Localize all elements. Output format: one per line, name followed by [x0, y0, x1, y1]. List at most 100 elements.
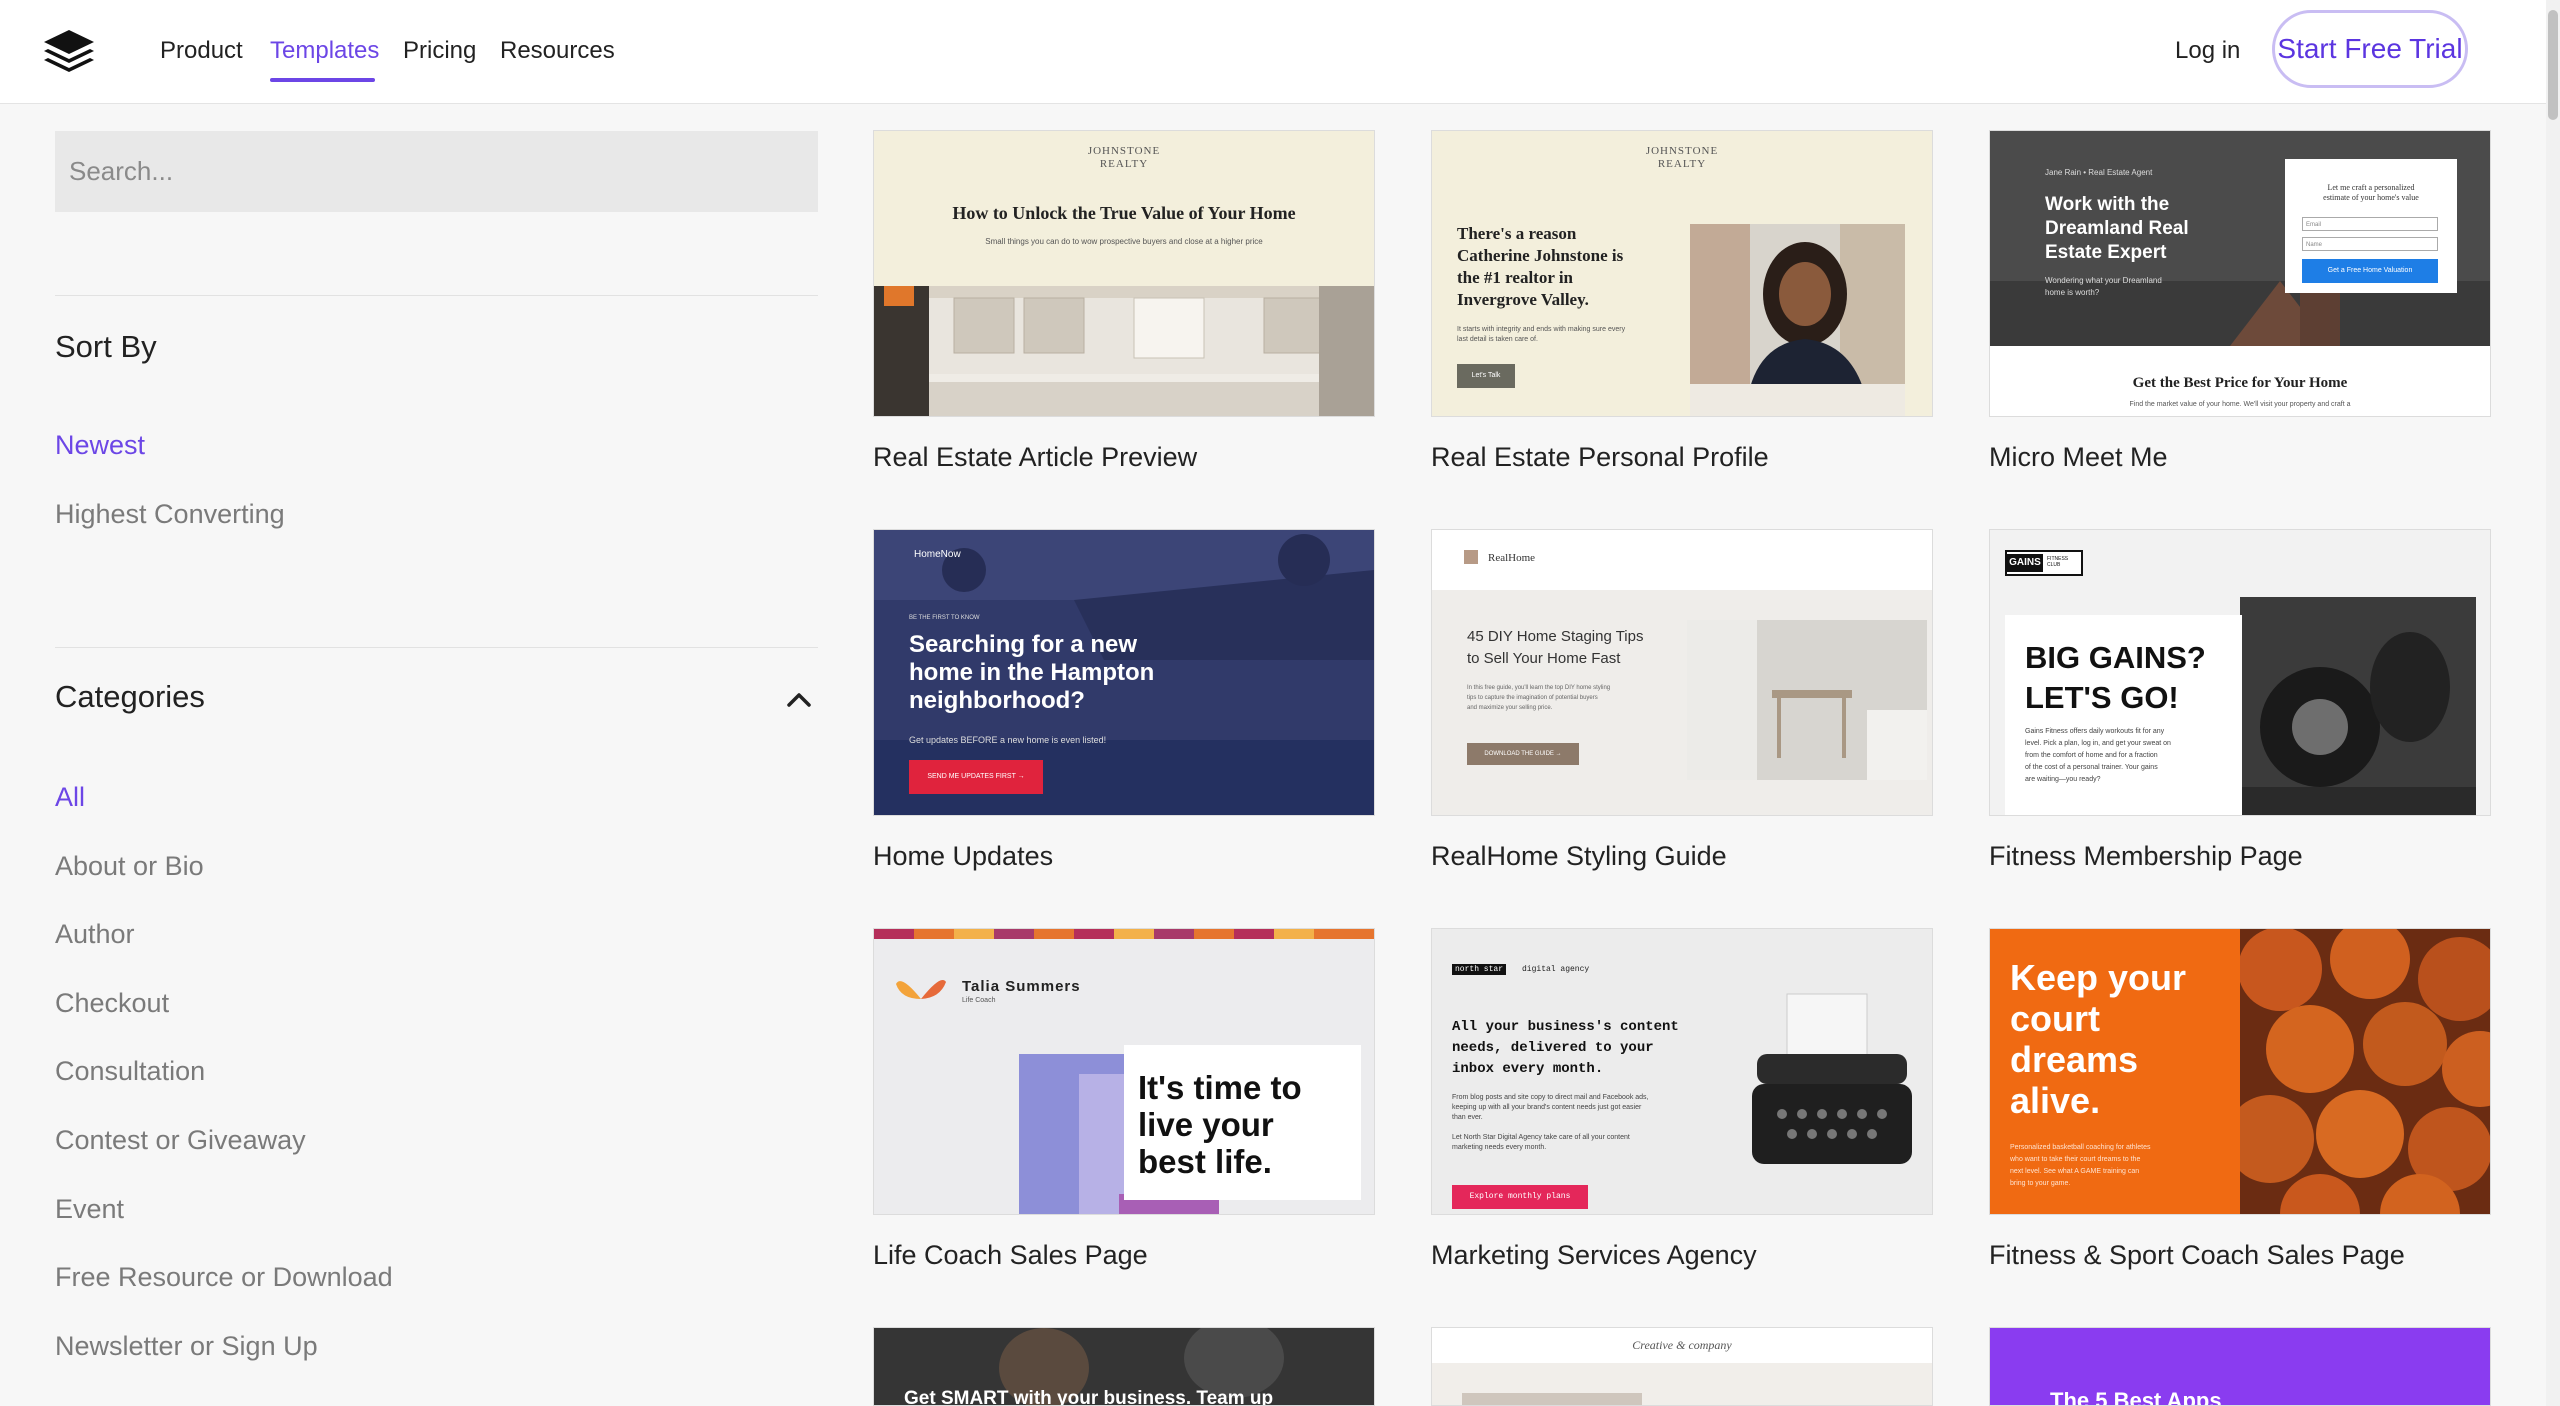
page-scrollbar[interactable]	[2546, 0, 2560, 1406]
preview-button: Let's Talk	[1457, 364, 1515, 388]
template-thumbnail[interactable]: Jane Rain • Real Estate Agent Work with …	[1989, 130, 2491, 417]
active-nav-underline	[270, 78, 375, 82]
preview-headline: Keep your	[2010, 957, 2187, 998]
template-title[interactable]: Micro Meet Me	[1989, 441, 2168, 473]
nav-resources[interactable]: Resources	[500, 36, 615, 66]
preview-subtext: It starts with integrity and ends with m…	[1457, 326, 1626, 333]
preview-subtext: from the comfort of home and for a fract…	[2025, 752, 2158, 759]
realhome-logo-icon	[1464, 550, 1478, 564]
template-card[interactable]: Talia Summers Life Coach It's time to li…	[873, 928, 1375, 1270]
color-stripe	[874, 929, 1374, 939]
template-thumbnail[interactable]: GAINS FITNESS CLUB BIG GAINS? LET'S GO! …	[1989, 529, 2491, 816]
preview-brand: JOHNSTONE	[1645, 145, 1719, 157]
preview-headline: Estate Expert	[2045, 242, 2167, 263]
preview-subtext: tips to capture the imagination of poten…	[1467, 695, 1598, 701]
template-card[interactable]: north star digital agency All your busin…	[1431, 928, 1933, 1270]
preview-subtext: From blog posts and site copy to direct …	[1452, 1094, 1649, 1101]
kitchen-photo	[874, 286, 1374, 416]
template-title[interactable]: Real Estate Personal Profile	[1431, 441, 1769, 473]
categories-heading: Categories	[55, 679, 205, 714]
template-card[interactable]: JOHNSTONE REALTY There's a reason Cather…	[1431, 130, 1933, 472]
start-free-trial-button[interactable]: Start Free Trial	[2272, 10, 2468, 88]
template-thumbnail[interactable]: north star digital agency All your busin…	[1431, 928, 1933, 1215]
template-card[interactable]: GAINS FITNESS CLUB BIG GAINS? LET'S GO! …	[1989, 529, 2491, 871]
preview-headline: inbox every month.	[1452, 1061, 1604, 1077]
preview-subtext: last detail is taken care of.	[1457, 336, 1538, 343]
template-title[interactable]: RealHome Styling Guide	[1431, 840, 1727, 872]
template-card[interactable]: Jane Rain • Real Estate Agent Work with …	[1989, 130, 2491, 472]
category-checkout[interactable]: Checkout	[55, 987, 169, 1019]
room-photo	[1687, 620, 1927, 780]
preview-button: DOWNLOAD THE GUIDE →	[1467, 743, 1579, 765]
preview-brand: JOHNSTONE	[1087, 145, 1161, 157]
butterfly-logo-icon	[896, 980, 946, 999]
template-card[interactable]: Creative & company	[1431, 1327, 1933, 1406]
scrollbar-thumb[interactable]	[2548, 10, 2558, 120]
sidebar-divider	[55, 295, 818, 296]
layers-logo-icon[interactable]	[40, 26, 98, 76]
category-about-or-bio[interactable]: About or Bio	[55, 850, 204, 882]
template-card[interactable]: RealHome 45 DIY Home Staging Tips to Sel…	[1431, 529, 1933, 871]
sidebar-divider	[55, 647, 818, 648]
preview-headline: LET'S GO!	[2025, 680, 2179, 715]
preview-subtext: Let North Star Digital Agency take care …	[1452, 1134, 1630, 1141]
preview-subtext: bring to your game.	[2010, 1180, 2071, 1187]
basketballs-photo	[2240, 929, 2490, 1214]
template-thumbnail[interactable]: The 5 Best Apps	[1989, 1327, 2491, 1406]
category-all[interactable]: All	[55, 781, 85, 813]
search-input[interactable]	[55, 131, 818, 212]
preview-headline: Dreamland Real	[2045, 218, 2189, 239]
template-title[interactable]: Marketing Services Agency	[1431, 1239, 1757, 1271]
preview-headline: BIG GAINS?	[2025, 640, 2206, 675]
preview-brand: Creative & company	[1632, 1338, 1732, 1352]
template-title[interactable]: Real Estate Article Preview	[873, 441, 1197, 473]
login-link[interactable]: Log in	[2175, 36, 2240, 66]
category-consultation[interactable]: Consultation	[55, 1055, 205, 1087]
template-thumbnail[interactable]: JOHNSTONE REALTY How to Unlock the True …	[873, 130, 1375, 417]
template-card[interactable]: The 5 Best Apps	[1989, 1327, 2491, 1406]
nav-product[interactable]: Product	[160, 36, 243, 66]
preview-subtext: level. Pick a plan, log in, and get your…	[2025, 740, 2171, 747]
nav-pricing[interactable]: Pricing	[403, 36, 476, 66]
preview-button: Explore monthly plans	[1452, 1185, 1588, 1209]
category-newsletter[interactable]: Newsletter or Sign Up	[55, 1330, 318, 1362]
template-title[interactable]: Home Updates	[873, 840, 1053, 872]
preview-subtext: and maximize your selling price.	[1467, 705, 1553, 711]
sort-option-highest-converting[interactable]: Highest Converting	[55, 498, 285, 530]
template-thumbnail[interactable]: JOHNSTONE REALTY There's a reason Cather…	[1431, 130, 1933, 417]
template-thumbnail[interactable]: HomeNow BE THE FIRST TO KNOW Searching f…	[873, 529, 1375, 816]
preview-brand: digital agency	[1522, 965, 1590, 974]
template-title[interactable]: Fitness Membership Page	[1989, 840, 2303, 872]
template-card[interactable]: Get SMART with your business. Team up	[873, 1327, 1375, 1406]
category-event[interactable]: Event	[55, 1193, 124, 1225]
preview-subtext: than ever.	[1452, 1114, 1483, 1121]
template-card[interactable]: Keep your court dreams alive. Personaliz…	[1989, 928, 2491, 1270]
preview-subtext: keeping up with all your brand's content…	[1452, 1104, 1642, 1111]
preview-headline: the #1 realtor in	[1457, 268, 1573, 287]
category-free-resource[interactable]: Free Resource or Download	[55, 1261, 393, 1293]
typewriter-photo	[1752, 993, 1912, 1164]
category-contest-or-giveaway[interactable]: Contest or Giveaway	[55, 1124, 306, 1156]
preview-headline: Work with the	[2045, 194, 2170, 215]
template-thumbnail[interactable]: Get SMART with your business. Team up	[873, 1327, 1375, 1406]
template-title[interactable]: Life Coach Sales Page	[873, 1239, 1148, 1271]
template-title[interactable]: Fitness & Sport Coach Sales Page	[1989, 1239, 2405, 1271]
preview-headline: dreams	[2010, 1039, 2139, 1080]
preview-headline: There's a reason	[1457, 224, 1577, 243]
chevron-up-icon[interactable]	[785, 686, 813, 714]
preview-headline: Catherine Johnstone is	[1457, 246, 1624, 265]
template-thumbnail[interactable]: Keep your court dreams alive. Personaliz…	[1989, 928, 2491, 1215]
template-thumbnail[interactable]: RealHome 45 DIY Home Staging Tips to Sel…	[1431, 529, 1933, 816]
preview-headline: How to Unlock the True Value of Your Hom…	[952, 203, 1296, 223]
gains-logo: GAINS FITNESS CLUB	[2005, 550, 2083, 576]
nav-templates[interactable]: Templates	[270, 36, 379, 66]
template-thumbnail[interactable]: Creative & company	[1431, 1327, 1933, 1406]
sort-option-newest[interactable]: Newest	[55, 429, 145, 461]
preview-subtext: Wondering what your Dreamland	[2045, 276, 2162, 285]
template-card[interactable]: HomeNow BE THE FIRST TO KNOW Searching f…	[873, 529, 1375, 871]
preview-headline: neighborhood?	[909, 687, 1085, 714]
category-author[interactable]: Author	[55, 918, 135, 950]
template-card[interactable]: JOHNSTONE REALTY How to Unlock the True …	[873, 130, 1375, 472]
template-thumbnail[interactable]: Talia Summers Life Coach It's time to li…	[873, 928, 1375, 1215]
preview-headline: Searching for a new	[909, 631, 1138, 658]
